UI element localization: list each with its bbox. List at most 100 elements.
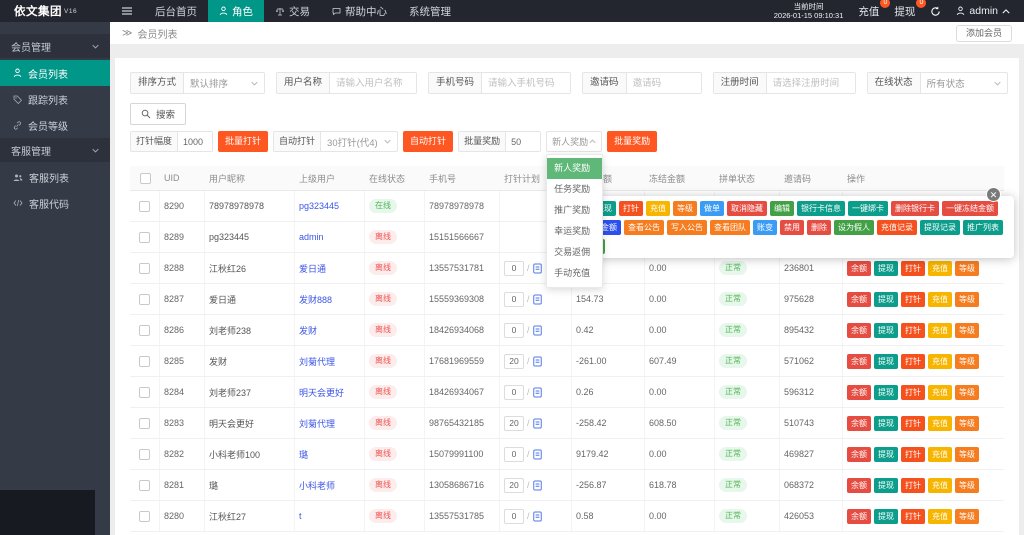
row-action-button[interactable]: 充值	[928, 478, 952, 493]
plan-icon[interactable]	[533, 263, 542, 274]
filter-online-status-select[interactable]: 所有状态	[921, 73, 1007, 93]
row-action-button[interactable]: 等级	[955, 447, 979, 462]
nav-item-trade[interactable]: 交易	[264, 0, 321, 22]
row-action-button[interactable]: 等级	[955, 292, 979, 307]
sidebar-section-support-mgmt[interactable]: 客服管理	[0, 138, 110, 162]
row-action-button[interactable]: 提现	[874, 323, 898, 338]
popup-action-button[interactable]: 一键冻结金额	[942, 201, 998, 216]
reward-option[interactable]: 手动充值	[547, 263, 602, 284]
row-action-button[interactable]: 充值	[928, 385, 952, 400]
parent-user-link[interactable]: admin	[299, 232, 324, 242]
plan-icon[interactable]	[533, 356, 542, 367]
parent-user-link[interactable]: 刘菊代理	[299, 417, 335, 430]
inject-plan-input[interactable]	[504, 323, 524, 338]
row-action-button[interactable]: 提现	[874, 416, 898, 431]
inject-plan-input[interactable]	[504, 416, 524, 431]
filter-username-input[interactable]	[330, 73, 416, 93]
reward-option[interactable]: 任务奖励	[547, 179, 602, 200]
row-action-button[interactable]: 余额	[847, 385, 871, 400]
row-action-button[interactable]: 充值	[928, 354, 952, 369]
row-action-button[interactable]: 提现	[874, 509, 898, 524]
parent-user-link[interactable]: 发财888	[299, 293, 332, 306]
inject-amount-input[interactable]	[178, 132, 212, 151]
row-action-button[interactable]: 充值	[928, 292, 952, 307]
add-member-button[interactable]: 添加会员	[956, 25, 1012, 42]
batch-reward-button[interactable]: 批量奖励	[607, 131, 657, 152]
parent-user-link[interactable]: pg323445	[299, 201, 339, 211]
sidebar-item-support-code[interactable]: 客服代码	[0, 190, 110, 216]
nav-item-help-center[interactable]: 帮助中心	[321, 0, 398, 22]
sidebar-item-support-list[interactable]: 客服列表	[0, 164, 110, 190]
row-action-button[interactable]: 提现	[874, 447, 898, 462]
sidebar-item-member-list[interactable]: 会员列表	[0, 60, 110, 86]
row-action-button[interactable]: 提现	[874, 292, 898, 307]
popup-action-button[interactable]: 充值记录	[877, 220, 917, 235]
inject-plan-input[interactable]	[504, 292, 524, 307]
row-checkbox[interactable]	[139, 480, 150, 491]
inject-plan-input[interactable]	[504, 509, 524, 524]
popup-action-button[interactable]: 一键绑卡	[848, 201, 888, 216]
popup-action-button[interactable]: 充值	[646, 201, 670, 216]
popup-action-button[interactable]: 做单	[700, 201, 724, 216]
popup-action-button[interactable]: 禁用	[780, 220, 804, 235]
sidebar-item-member-level[interactable]: 会员等级	[0, 112, 110, 138]
nav-item-system-admin[interactable]: 系统管理	[398, 0, 462, 22]
parent-user-link[interactable]: 小科老师	[299, 479, 335, 492]
row-checkbox[interactable]	[139, 356, 150, 367]
row-action-button[interactable]: 打针	[901, 385, 925, 400]
popup-action-button[interactable]: 推广列表	[963, 220, 1003, 235]
auto-inject-button[interactable]: 自动打针	[403, 131, 453, 152]
row-checkbox[interactable]	[139, 325, 150, 336]
row-checkbox[interactable]	[139, 263, 150, 274]
parent-user-link[interactable]: 发财	[299, 324, 317, 337]
reward-option[interactable]: 交易返佣	[547, 242, 602, 263]
filter-sort-select[interactable]: 默认排序	[184, 73, 264, 93]
inject-plan-input[interactable]	[504, 478, 524, 493]
plan-icon[interactable]	[533, 480, 542, 491]
parent-user-link[interactable]: 刘菊代理	[299, 355, 335, 368]
row-action-button[interactable]: 打针	[901, 478, 925, 493]
row-action-button[interactable]: 等级	[955, 385, 979, 400]
sidebar-section-member-mgmt[interactable]: 会员管理	[0, 34, 110, 58]
select-all-checkbox[interactable]	[140, 173, 151, 184]
row-action-button[interactable]: 余额	[847, 292, 871, 307]
popup-action-button[interactable]: 取消隐藏	[727, 201, 767, 216]
row-action-button[interactable]: 充值	[928, 416, 952, 431]
plan-icon[interactable]	[533, 387, 542, 398]
row-checkbox[interactable]	[139, 511, 150, 522]
row-action-button[interactable]: 余额	[847, 323, 871, 338]
recharge-link[interactable]: 充值 0	[858, 4, 879, 19]
inject-plan-input[interactable]	[504, 447, 524, 462]
popup-action-button[interactable]: 查看团队	[710, 220, 750, 235]
plan-icon[interactable]	[533, 325, 542, 336]
row-action-button[interactable]: 打针	[901, 323, 925, 338]
search-button[interactable]: 搜索	[130, 103, 186, 125]
reward-type-select[interactable]: 新人奖励 新人奖励任务奖励推广奖励幸运奖励交易返佣手动充值	[546, 131, 602, 152]
row-action-button[interactable]: 余额	[847, 261, 871, 276]
row-action-button[interactable]: 打针	[901, 354, 925, 369]
popup-action-button[interactable]: 设为假人	[834, 220, 874, 235]
popup-action-button[interactable]: 打针	[619, 201, 643, 216]
auto-inject-select[interactable]: 30打针(代4)	[321, 132, 397, 151]
close-icon[interactable]: ✕	[986, 187, 1001, 202]
row-action-button[interactable]: 等级	[955, 261, 979, 276]
row-action-button[interactable]: 打针	[901, 509, 925, 524]
row-action-button[interactable]: 等级	[955, 478, 979, 493]
row-action-button[interactable]: 余额	[847, 447, 871, 462]
row-action-button[interactable]: 提现	[874, 354, 898, 369]
popup-action-button[interactable]: 写入公告	[667, 220, 707, 235]
user-menu[interactable]: admin	[956, 5, 1010, 17]
row-action-button[interactable]: 余额	[847, 416, 871, 431]
inject-plan-input[interactable]	[504, 354, 524, 369]
plan-icon[interactable]	[533, 418, 542, 429]
reward-option[interactable]: 推广奖励	[547, 200, 602, 221]
row-action-button[interactable]: 提现	[874, 385, 898, 400]
row-checkbox[interactable]	[139, 201, 150, 212]
popup-action-button[interactable]: 查看公告	[624, 220, 664, 235]
popup-action-button[interactable]: 提现记录	[920, 220, 960, 235]
filter-invite-code-input[interactable]	[627, 73, 701, 93]
parent-user-link[interactable]: 爱日通	[299, 262, 326, 275]
row-checkbox[interactable]	[139, 418, 150, 429]
parent-user-link[interactable]: t	[299, 511, 302, 521]
row-action-button[interactable]: 等级	[955, 509, 979, 524]
